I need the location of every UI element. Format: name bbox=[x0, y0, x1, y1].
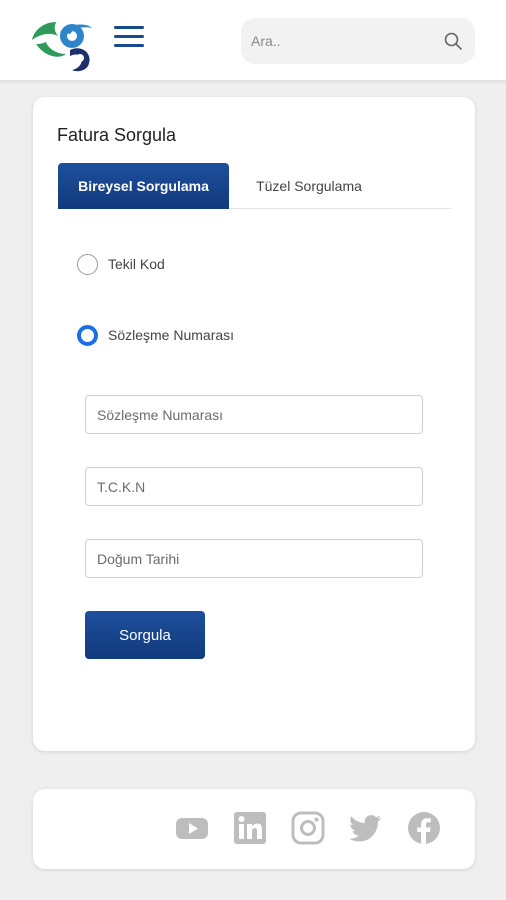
tckn-field[interactable] bbox=[85, 467, 423, 506]
facebook-icon[interactable] bbox=[407, 811, 441, 845]
linkedin-icon[interactable] bbox=[233, 811, 267, 845]
search-box bbox=[241, 18, 475, 64]
hamburger-menu-icon[interactable] bbox=[114, 26, 144, 52]
radio-button[interactable] bbox=[77, 253, 98, 275]
company-logo-icon[interactable] bbox=[30, 14, 100, 74]
query-button[interactable]: Sorgula bbox=[85, 611, 205, 659]
search-input[interactable] bbox=[251, 26, 431, 56]
tab-corporate[interactable]: Tüzel Sorgulama bbox=[229, 163, 389, 209]
query-tabs: Bireysel Sorgulama Tüzel Sorgulama bbox=[58, 163, 451, 209]
page-title: Fatura Sorgula bbox=[57, 125, 177, 145]
radio-option-contract-number[interactable]: Sözleşme Numarası bbox=[77, 323, 234, 347]
radio-label: Sözleşme Numarası bbox=[108, 327, 235, 343]
tab-individual[interactable]: Bireysel Sorgulama bbox=[58, 163, 229, 209]
radio-button-checked[interactable] bbox=[77, 324, 98, 346]
bill-query-card: Fatura Sorgula Bireysel Sorgulama Tüzel … bbox=[33, 97, 475, 751]
radio-label: Tekil Kod bbox=[108, 256, 165, 272]
birth-date-field[interactable] bbox=[85, 539, 423, 578]
contract-number-field[interactable] bbox=[85, 395, 423, 434]
radio-option-single-code[interactable]: Tekil Kod bbox=[77, 252, 165, 276]
youtube-icon[interactable] bbox=[175, 811, 209, 845]
twitter-icon[interactable] bbox=[349, 811, 383, 845]
instagram-icon[interactable] bbox=[291, 811, 325, 845]
footer-social-bar bbox=[33, 789, 475, 869]
search-icon[interactable] bbox=[443, 31, 463, 51]
header bbox=[0, 0, 506, 80]
